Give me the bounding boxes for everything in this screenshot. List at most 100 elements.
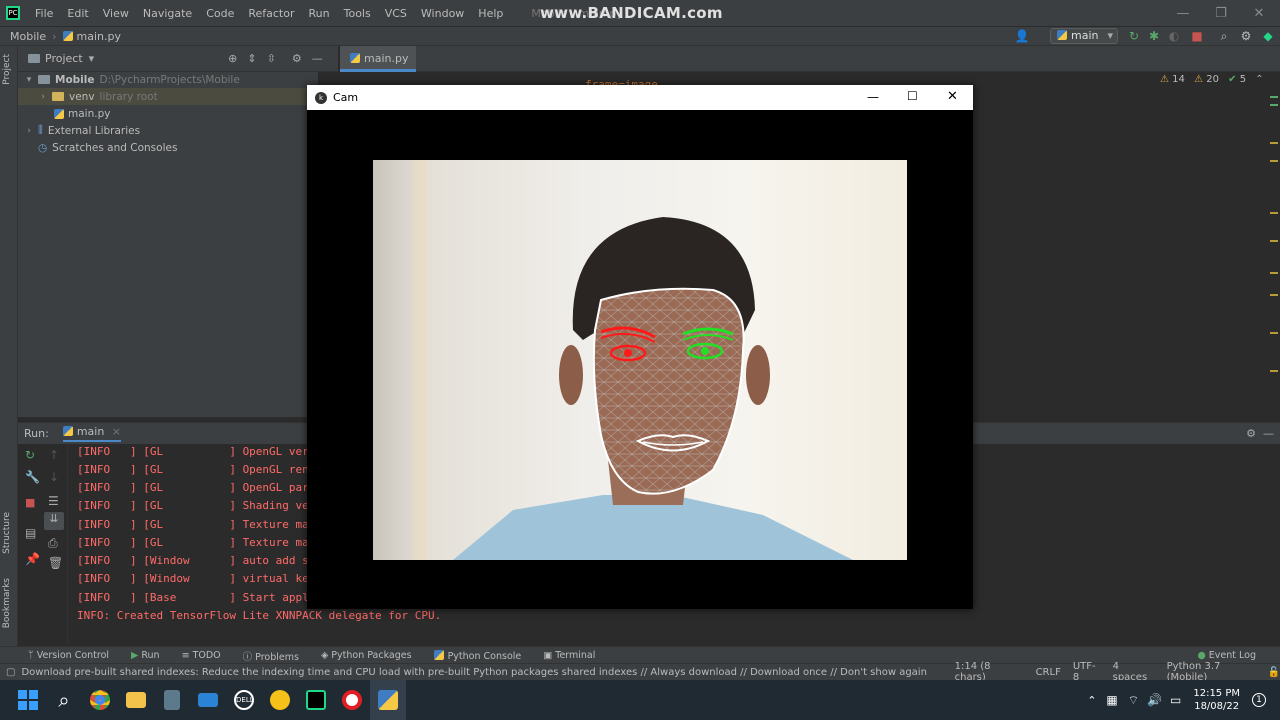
tab-terminal[interactable]: ▣ Terminal — [531, 650, 605, 661]
chevron-down-icon[interactable]: ▾ — [89, 52, 95, 65]
tab-problems[interactable]: ⓘ Problems — [231, 649, 309, 663]
menu-window[interactable]: Window — [414, 7, 471, 20]
search-icon[interactable]: ⌕ — [1216, 28, 1232, 44]
chevron-up-icon[interactable]: ⌃ — [1255, 74, 1263, 85]
search-icon[interactable]: ⌕ — [46, 680, 82, 720]
wifi-icon[interactable]: ⌔ — [1128, 693, 1139, 708]
trash-icon[interactable]: 🗑 — [48, 556, 63, 570]
rerun-icon[interactable]: ↻ — [1126, 28, 1142, 44]
locate-icon[interactable]: ⊕ — [228, 52, 237, 65]
hide-panel-icon[interactable]: — — [1263, 427, 1274, 440]
chevron-right-icon[interactable]: › — [38, 92, 48, 102]
menu-code[interactable]: Code — [199, 7, 241, 20]
language-icon[interactable]: ▦ — [1106, 693, 1117, 707]
menu-edit[interactable]: Edit — [60, 7, 95, 20]
calculator-icon[interactable] — [154, 680, 190, 720]
menu-navigate[interactable]: Navigate — [136, 7, 199, 20]
notification-icon[interactable]: 1 — [1252, 693, 1266, 707]
menu-view[interactable]: View — [96, 7, 136, 20]
coverage-icon[interactable]: ◐ — [1166, 28, 1182, 44]
norton-icon[interactable] — [262, 680, 298, 720]
stop-icon[interactable]: ■ — [1189, 28, 1205, 44]
close-icon[interactable]: ✕ — [1240, 0, 1278, 26]
lock-icon[interactable]: 🔓 — [1268, 667, 1280, 678]
pin-icon[interactable]: 📌 — [25, 552, 40, 566]
status-message[interactable]: Download pre-built shared indexes: Reduc… — [21, 667, 926, 678]
stop-icon[interactable]: ■ — [25, 496, 35, 509]
cam-window[interactable]: k Cam — ☐ ✕ — [307, 85, 973, 609]
inspection-widget[interactable]: ⚠ 14 ⚠ 20 ✔ 5 ⌃ — [1160, 74, 1270, 90]
tree-item-venv[interactable]: › venv library root — [18, 88, 318, 105]
scroll-to-end-icon[interactable]: ⇊ — [44, 512, 64, 530]
tab-version-control[interactable]: ᛘ Version Control — [16, 650, 119, 661]
chevron-up-icon[interactable]: ⌃ — [1087, 694, 1096, 707]
chrome-icon[interactable] — [82, 680, 118, 720]
expand-all-icon[interactable]: ⇕ — [247, 52, 256, 65]
file-explorer-icon[interactable] — [118, 680, 154, 720]
wrench-icon[interactable]: 🔧 — [25, 470, 40, 484]
face-mesh — [593, 288, 744, 494]
pycharm-icon[interactable] — [298, 680, 334, 720]
breadcrumb-project[interactable]: Mobile — [10, 30, 46, 43]
run-config-select[interactable]: main ▾ — [1050, 28, 1118, 44]
rerun-icon[interactable]: ↻ — [25, 448, 35, 462]
project-tool-tab[interactable]: Project — [2, 54, 12, 85]
mail-icon[interactable] — [190, 680, 226, 720]
hide-panel-icon[interactable]: — — [312, 52, 323, 65]
minimize-icon[interactable]: — — [1164, 0, 1202, 26]
maximize-icon[interactable]: ☐ — [907, 89, 918, 103]
cam-title-bar[interactable]: k Cam — ☐ ✕ — [307, 85, 973, 110]
battery-icon[interactable]: ▭ — [1170, 693, 1181, 707]
chevron-right-icon[interactable]: › — [24, 126, 34, 136]
menu-vcs[interactable]: VCS — [378, 7, 414, 20]
menu-run[interactable]: Run — [302, 7, 337, 20]
arrow-down-icon[interactable]: ↓ — [49, 470, 59, 484]
menu-file[interactable]: File — [28, 7, 60, 20]
project-panel-title[interactable]: Project — [45, 52, 83, 65]
error-stripe[interactable] — [1268, 92, 1280, 402]
event-log-button[interactable]: ● Event Log — [1185, 650, 1266, 661]
tab-python-console[interactable]: Python Console — [422, 649, 532, 662]
gear-icon[interactable]: ⚙ — [1238, 28, 1254, 44]
collapse-all-icon[interactable]: ⇳ — [267, 52, 276, 65]
chevron-down-icon[interactable]: ▾ — [24, 75, 34, 85]
volume-icon[interactable]: 🔊 — [1147, 693, 1162, 707]
tree-item-external-libraries[interactable]: › ⫼ External Libraries — [24, 122, 140, 139]
restore-icon[interactable]: ❐ — [1202, 0, 1240, 26]
menu-help[interactable]: Help — [471, 7, 510, 20]
line-separator[interactable]: CRLF — [1036, 667, 1061, 678]
dell-icon[interactable]: DELL — [226, 680, 262, 720]
clock[interactable]: 12:15 PM 18/08/22 — [1193, 687, 1240, 713]
run-tab-main[interactable]: main × — [62, 425, 122, 442]
tree-item-main-py[interactable]: main.py — [54, 105, 110, 122]
print-icon[interactable]: ⎙ — [48, 536, 58, 551]
minimize-icon[interactable]: — — [867, 90, 879, 104]
tree-item-mobile[interactable]: ▾ Mobile D:\PycharmProjects\Mobile — [24, 71, 240, 88]
tab-main-py[interactable]: main.py — [340, 46, 416, 72]
gear-icon[interactable]: ⚙ — [292, 52, 302, 65]
structure-tool-tab[interactable]: Structure — [2, 512, 12, 554]
breadcrumb-separator-icon: › — [52, 29, 57, 43]
breadcrumb-file[interactable]: main.py — [77, 30, 121, 43]
close-icon[interactable]: ✕ — [947, 89, 958, 104]
tab-python-packages[interactable]: ◈ Python Packages — [309, 650, 422, 661]
menu-refactor[interactable]: Refactor — [241, 7, 301, 20]
arrow-up-icon[interactable]: ↑ — [49, 448, 59, 462]
menu-tools[interactable]: Tools — [337, 7, 378, 20]
tab-label: Problems — [255, 651, 299, 663]
tree-item-scratches[interactable]: ◷ Scratches and Consoles — [38, 139, 177, 156]
bandicam-icon[interactable] — [334, 680, 370, 720]
status-square-icon[interactable]: ▢ — [6, 667, 15, 678]
python-taskbar-icon[interactable] — [370, 680, 406, 720]
jetbrains-toolbox-icon[interactable]: ◆ — [1260, 28, 1276, 44]
gear-icon[interactable]: ⚙ — [1246, 427, 1256, 440]
tab-todo[interactable]: ≡ TODO — [170, 650, 231, 661]
tab-run[interactable]: ▶ Run — [119, 650, 170, 661]
layout-icon[interactable]: ▤ — [25, 526, 36, 540]
user-icon[interactable]: 👤 — [1014, 28, 1030, 44]
debug-icon[interactable]: ✱ — [1146, 28, 1162, 44]
soft-wrap-icon[interactable]: ☰ — [48, 494, 59, 508]
windows-start-icon[interactable] — [10, 680, 46, 720]
bookmarks-tool-tab[interactable]: Bookmarks — [2, 578, 12, 628]
close-icon[interactable]: × — [112, 425, 121, 438]
